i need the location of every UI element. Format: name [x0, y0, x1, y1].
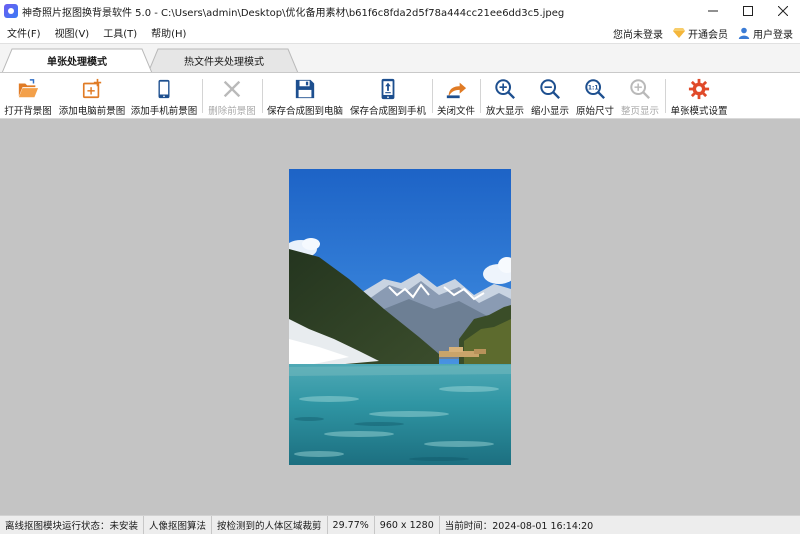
toolbar-separator — [202, 79, 203, 113]
zoom-actual-size-icon: 1:1 — [585, 79, 606, 100]
single-mode-settings-label: 单张模式设置 — [670, 106, 728, 117]
zoom-out-button[interactable]: 缩小显示 — [530, 77, 570, 117]
algorithm-status: 人像抠图算法 — [144, 515, 213, 534]
save-to-pc-label: 保存合成图到电脑 — [266, 106, 343, 117]
add-phone-foreground-button[interactable]: 添加手机前景图 — [131, 77, 197, 117]
mode-tabs: 热文件夹处理模式 单张处理模式 — [0, 44, 800, 73]
vip-button[interactable]: 开通会员 — [668, 26, 733, 41]
landscape-photo — [289, 169, 511, 465]
login-status: 您尚未登录 — [613, 29, 663, 41]
status-bar: 离线抠图模块运行状态：未安装 人像抠图算法 按检测到的人体区域裁剪 29.77%… — [0, 515, 800, 534]
add-image-icon — [82, 78, 102, 99]
toolbar-separator — [480, 79, 481, 113]
delete-foreground-label: 删除前景图 — [208, 106, 256, 117]
zoom-level: 29.77% — [328, 515, 375, 534]
close-file-button[interactable]: 关闭文件 — [436, 77, 476, 117]
toolbar-separator — [432, 79, 433, 113]
background-image-preview[interactable] — [289, 169, 511, 465]
original-size-button[interactable]: 1:1 原始尺寸 — [575, 77, 615, 117]
toolbar-separator — [665, 79, 666, 113]
menu-help[interactable]: 帮助(H) — [144, 25, 193, 40]
zoom-fit-icon — [630, 79, 651, 100]
user-login-label: 用户登录 — [753, 29, 793, 41]
maximize-icon — [742, 6, 753, 16]
delete-foreground-button[interactable]: 删除前景图 — [206, 77, 258, 117]
phone-icon — [158, 79, 170, 99]
window-title: 神奇照片抠图换背景软件 5.0 - C:\Users\admin\Desktop… — [22, 7, 565, 19]
menu-view[interactable]: 视图(V) — [48, 25, 97, 40]
save-to-pc-button[interactable]: 保存合成图到电脑 — [265, 77, 345, 117]
folder-open-icon — [18, 79, 39, 98]
toolbar-separator — [262, 79, 263, 113]
add-phone-foreground-label: 添加手机前景图 — [130, 106, 198, 117]
tab-hot-folder-label: 热文件夹处理模式 — [184, 57, 264, 68]
preview-canvas[interactable] — [0, 119, 800, 515]
zoom-in-icon — [495, 79, 516, 100]
add-pc-foreground-button[interactable]: 添加电脑前景图 — [57, 77, 127, 117]
close-window-button[interactable] — [765, 0, 800, 22]
title-bar: 神奇照片抠图换背景软件 5.0 - C:\Users\admin\Desktop… — [0, 0, 800, 22]
tab-hot-folder-mode[interactable]: 热文件夹处理模式 — [148, 48, 300, 73]
save-to-phone-button[interactable]: 保存合成图到手机 — [348, 77, 428, 117]
phone-upload-icon — [381, 78, 395, 100]
zoom-in-button[interactable]: 放大显示 — [485, 77, 525, 117]
open-background-button[interactable]: 打开背景图 — [3, 77, 53, 117]
tab-single-label: 单张处理模式 — [47, 57, 107, 68]
delete-x-icon — [223, 80, 241, 98]
user-icon — [738, 27, 750, 39]
diamond-icon — [673, 28, 685, 38]
toolbar: 打开背景图 添加电脑前景图 添加手机前景图 删除前景图 保存合成图到电脑 保存合… — [0, 73, 800, 119]
single-mode-settings-button[interactable]: 单张模式设置 — [669, 77, 729, 117]
crop-mode-status: 按检测到的人体区域裁剪 — [212, 515, 328, 534]
original-size-label: 原始尺寸 — [575, 106, 614, 117]
image-dimensions: 960 x 1280 — [375, 515, 440, 534]
menu-file[interactable]: 文件(F) — [0, 25, 48, 40]
minimize-button[interactable] — [695, 0, 730, 22]
fit-page-label: 整页显示 — [620, 106, 659, 117]
zoom-in-label: 放大显示 — [485, 106, 524, 117]
zoom-out-label: 缩小显示 — [530, 106, 569, 117]
minimize-icon — [707, 10, 718, 12]
user-login-button[interactable]: 用户登录 — [733, 26, 798, 41]
save-to-phone-label: 保存合成图到手机 — [349, 106, 426, 117]
window-controls — [695, 0, 800, 22]
zoom-out-icon — [540, 79, 561, 100]
save-disk-icon — [295, 79, 315, 99]
maximize-button[interactable] — [730, 0, 765, 22]
account-area: 您尚未登录 开通会员 用户登录 — [608, 22, 798, 44]
open-background-label: 打开背景图 — [4, 106, 52, 117]
close-icon — [777, 6, 788, 16]
current-time: 当前时间：2024-08-01 16:14:20 — [444, 521, 594, 532]
add-pc-foreground-label: 添加电脑前景图 — [58, 106, 126, 117]
tab-single-mode[interactable]: 单张处理模式 — [2, 48, 152, 73]
gear-icon — [688, 78, 710, 100]
close-file-label: 关闭文件 — [436, 106, 475, 117]
menu-tools[interactable]: 工具(T) — [96, 25, 144, 40]
share-arrow-icon — [446, 82, 467, 99]
menu-bar: 文件(F) 视图(V) 工具(T) 帮助(H) 您尚未登录 开通会员 用户登录 — [0, 22, 800, 44]
app-logo-icon — [4, 4, 18, 18]
offline-module-status: 离线抠图模块运行状态：未安装 — [0, 515, 145, 534]
svg-text:1:1: 1:1 — [588, 84, 599, 91]
fit-page-button[interactable]: 整页显示 — [620, 77, 660, 117]
vip-label: 开通会员 — [688, 29, 728, 41]
